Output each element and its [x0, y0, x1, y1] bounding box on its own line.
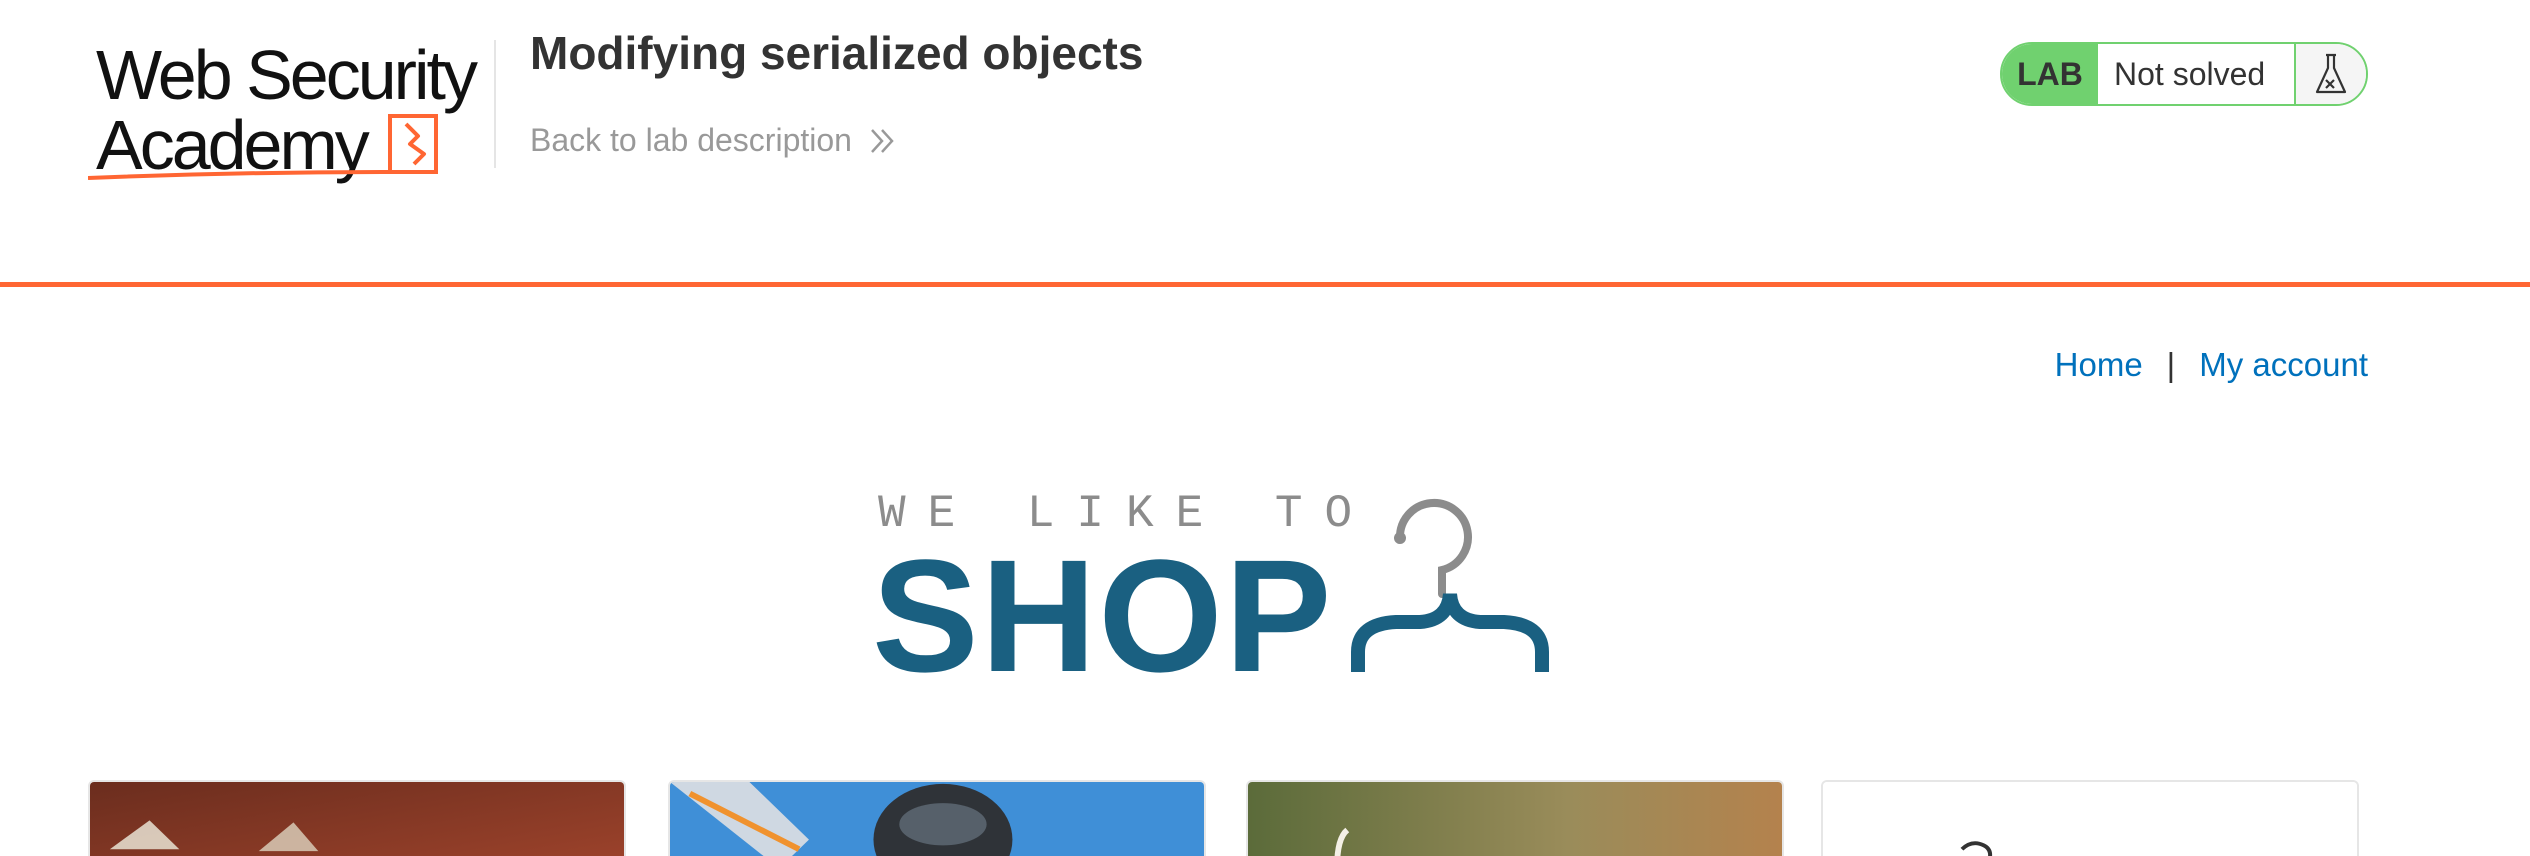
header-divider — [494, 40, 496, 168]
header-accent-rule — [0, 282, 2530, 287]
academy-header: Web Security Academy Modifying serialize… — [0, 0, 2530, 283]
product-card[interactable] — [1246, 780, 1784, 856]
back-to-lab-description-link[interactable]: Back to lab description — [530, 122, 898, 159]
web-security-academy-logo[interactable]: Web Security Academy — [88, 36, 498, 184]
product-card[interactable] — [1821, 780, 2359, 856]
product-image — [1248, 782, 1782, 856]
my-account-link[interactable]: My account — [2199, 346, 2368, 384]
logo-mark-icon — [88, 114, 438, 180]
product-grid — [88, 780, 2368, 856]
flask-icon — [2315, 53, 2347, 94]
banner-headline: SHOP — [872, 526, 1334, 705]
product-image — [670, 782, 1204, 856]
product-image — [1823, 782, 2357, 856]
lab-status-widget: LAB Not solved — [2000, 42, 2368, 106]
product-card[interactable] — [88, 780, 626, 856]
lab-badge: LAB — [2002, 44, 2098, 104]
home-link[interactable]: Home — [2055, 346, 2143, 384]
flask-icon-area — [2296, 44, 2366, 104]
clothes-hanger-icon — [1351, 499, 1549, 672]
back-link-label: Back to lab description — [530, 122, 852, 158]
top-links: Home | My account — [2055, 346, 2368, 384]
nav-separator: | — [2166, 346, 2176, 383]
lab-status-text: Not solved — [2098, 44, 2296, 104]
double-chevron-right-icon — [871, 128, 894, 153]
product-card[interactable] — [668, 780, 1206, 856]
shop-banner: WE LIKE TO SHOP — [872, 480, 1592, 700]
lab-title: Modifying serialized objects — [530, 27, 1144, 79]
product-image — [90, 782, 624, 856]
